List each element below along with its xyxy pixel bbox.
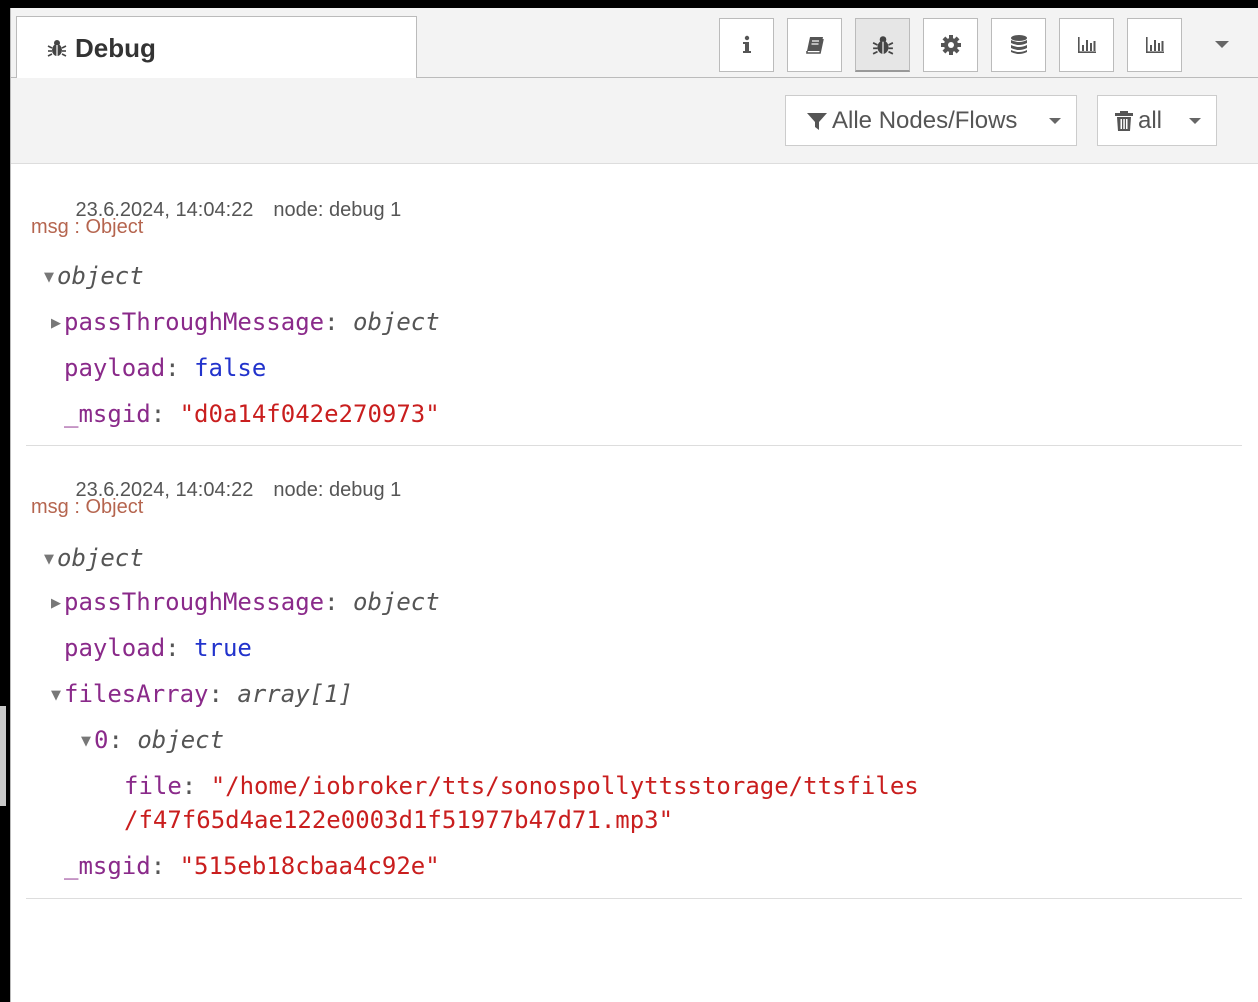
info-button[interactable]: [719, 18, 774, 72]
chevron-down-icon: [1215, 41, 1229, 48]
chevron-down-icon: [1049, 117, 1061, 124]
property-key: 0: [94, 726, 109, 754]
value-type: object: [57, 544, 144, 572]
property-key: passThroughMessage: [64, 588, 325, 616]
property-key: payload: [64, 634, 166, 662]
property-key: file: [124, 772, 182, 800]
value-type: object: [353, 308, 440, 336]
caret-right-icon: ▶: [51, 596, 61, 611]
property-key: _msgid: [64, 852, 151, 880]
value-string: /f47f65d4ae122e0003d1f51977b47d71.mp3": [124, 806, 674, 834]
tree-row-file[interactable]: file: "/home/iobroker/tts/sonospollyttss…: [124, 771, 919, 801]
book-icon: [805, 37, 824, 54]
value-type: array[1]: [237, 680, 353, 708]
value-type: object: [137, 726, 225, 754]
dashboard-button[interactable]: [1059, 18, 1114, 72]
tree-row-passthrough[interactable]: ▶ passThroughMessage: object: [48, 587, 440, 619]
tree-row-passthrough[interactable]: ▶ passThroughMessage: object: [48, 307, 440, 339]
tree-row-files-array[interactable]: ▼ filesArray: array[1]: [48, 679, 353, 711]
tree-row-root[interactable]: ▼ object: [41, 261, 144, 293]
caret-down-icon: ▼: [44, 552, 54, 567]
caret-down-icon: ▼: [44, 270, 54, 285]
tree-row-payload[interactable]: payload: true: [64, 633, 252, 663]
config-button[interactable]: [923, 18, 978, 72]
tree-row-msgid[interactable]: _msgid: "d0a14f042e270973": [64, 399, 440, 429]
filter-nodes-dropdown[interactable]: Alle Nodes/Flows: [785, 95, 1077, 146]
value-boolean: true: [194, 634, 252, 662]
value-type: object: [353, 588, 440, 616]
sidebar-tab-bar: Debug: [11, 8, 1258, 79]
tree-row-payload[interactable]: payload: false: [64, 353, 266, 383]
message-topic: msg : Object: [31, 496, 144, 518]
debug-button[interactable]: [855, 18, 910, 72]
property-key: passThroughMessage: [64, 308, 325, 336]
sidebar-resize-handle[interactable]: [0, 706, 6, 806]
value-boolean: false: [194, 354, 267, 382]
debug-sidebar: Debug Alle Nodes/Flows all 23.6.2024, 14…: [10, 8, 1258, 1002]
sidebar-menu-button[interactable]: [1211, 38, 1233, 52]
debug-filter-bar: Alle Nodes/Flows all: [11, 78, 1258, 164]
caret-down-icon: ▼: [51, 688, 61, 703]
caret-down-icon: ▼: [81, 734, 91, 749]
filter-icon: [807, 112, 827, 130]
value-type: object: [57, 262, 144, 290]
bug-icon: [47, 40, 67, 57]
tree-row-array-item[interactable]: ▼ 0: object: [78, 725, 224, 757]
tree-row-msgid[interactable]: _msgid: "515eb18cbaa4c92e": [64, 851, 440, 881]
debug-message-list[interactable]: 23.6.2024, 14:04:22 node: debug 1 msg : O…: [26, 164, 1242, 899]
chevron-down-icon: [1189, 117, 1201, 124]
property-key: _msgid: [64, 400, 151, 428]
value-string: "/home/iobroker/tts/sonospollyttsstorage…: [210, 772, 919, 800]
dashboard-2-button[interactable]: [1127, 18, 1182, 72]
help-button[interactable]: [787, 18, 842, 72]
tab-debug[interactable]: Debug: [16, 16, 417, 79]
info-icon: [742, 35, 751, 53]
tab-label: Debug: [75, 32, 156, 63]
clear-messages-dropdown[interactable]: all: [1097, 95, 1217, 146]
database-icon: [1010, 35, 1027, 54]
clear-label: all: [1138, 106, 1163, 134]
message-node-link[interactable]: node: debug 1: [273, 199, 401, 221]
value-string: "515eb18cbaa4c92e": [179, 852, 440, 880]
empty-area: [11, 899, 1258, 1002]
tree-row-root[interactable]: ▼ object: [41, 543, 144, 575]
property-key: filesArray: [64, 680, 209, 708]
trash-icon: [1115, 110, 1133, 131]
bar-chart-icon: [1145, 37, 1164, 53]
gear-icon: [940, 35, 961, 55]
bar-chart-icon: [1077, 37, 1096, 53]
message-node-link[interactable]: node: debug 1: [273, 479, 401, 501]
tree-row-file-cont: /f47f65d4ae122e0003d1f51977b47d71.mp3": [124, 805, 673, 835]
context-button[interactable]: [991, 18, 1046, 72]
value-string: "d0a14f042e270973": [179, 400, 440, 428]
caret-right-icon: ▶: [51, 316, 61, 331]
property-key: payload: [64, 354, 166, 382]
bug-icon: [872, 35, 893, 55]
message-topic: msg : Object: [31, 216, 144, 238]
debug-message: 23.6.2024, 14:04:22 node: debug 1 msg : O…: [26, 446, 1242, 899]
debug-message: 23.6.2024, 14:04:22 node: debug 1 msg : O…: [26, 164, 1242, 446]
filter-nodes-label: Alle Nodes/Flows: [832, 106, 1018, 134]
